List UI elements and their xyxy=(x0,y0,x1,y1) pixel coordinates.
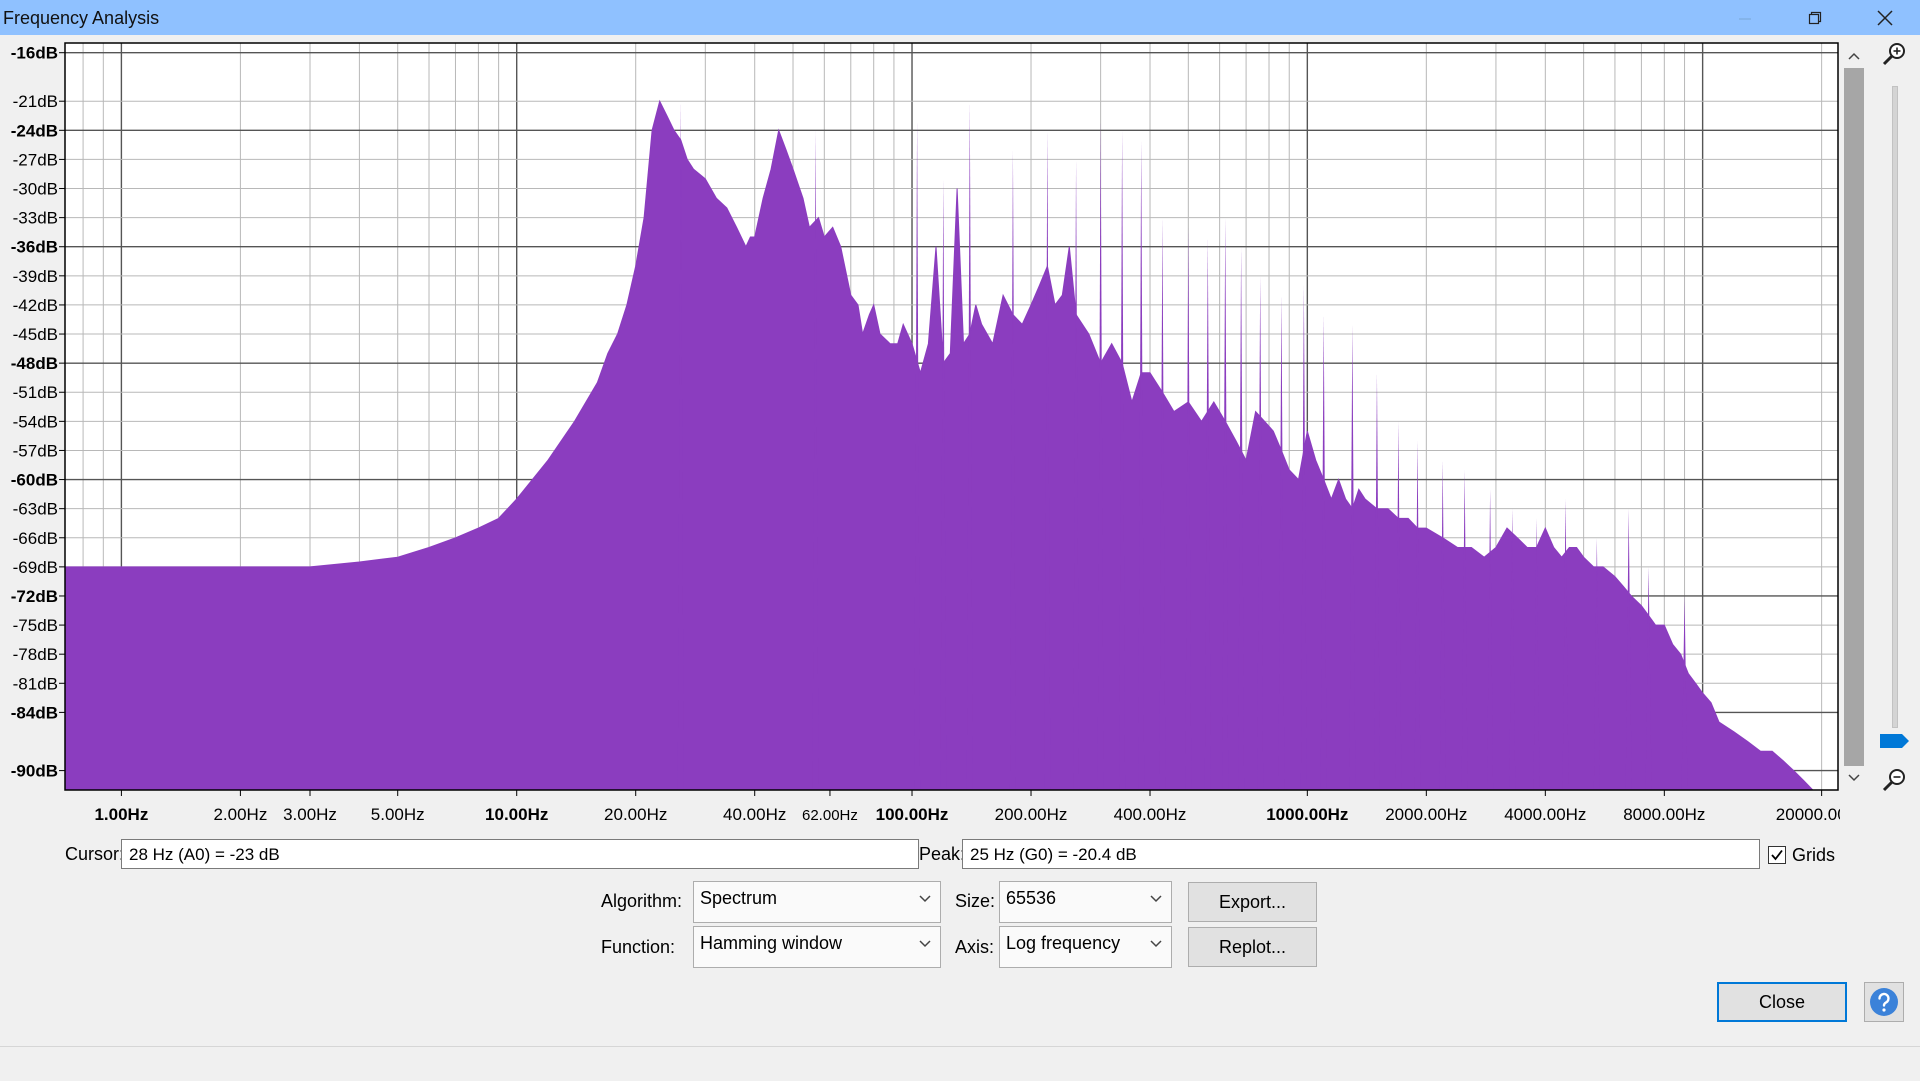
y-tick-label: -24dB xyxy=(11,121,58,140)
help-icon xyxy=(1870,988,1898,1016)
status-bar xyxy=(0,1046,1920,1081)
zoom-in-button[interactable] xyxy=(1878,38,1910,70)
y-tick-label: -30dB xyxy=(13,180,58,199)
zoom-slider-handle[interactable] xyxy=(1878,733,1910,749)
y-tick-label: -84dB xyxy=(11,703,58,722)
y-tick-label: -69dB xyxy=(13,558,58,577)
chevron-down-icon xyxy=(919,940,931,948)
function-value: Hamming window xyxy=(700,933,843,953)
y-tick-label: -42dB xyxy=(13,296,58,315)
chevron-down-icon xyxy=(1150,895,1162,903)
chevron-up-icon xyxy=(1848,52,1860,60)
size-label: Size: xyxy=(955,891,996,911)
y-tick-label: -51dB xyxy=(13,383,58,402)
zoom-out-icon xyxy=(1882,769,1905,792)
x-tick-label: 400.00Hz xyxy=(1114,805,1187,824)
grids-checkbox[interactable] xyxy=(1768,846,1786,864)
close-icon xyxy=(1877,9,1893,26)
vertical-scrollbar[interactable] xyxy=(1840,44,1868,790)
scroll-thumb[interactable] xyxy=(1844,68,1864,766)
y-tick-label: -48dB xyxy=(11,354,58,373)
x-tick-label: 5.00Hz xyxy=(371,805,425,824)
scroll-up-button[interactable] xyxy=(1840,44,1868,68)
title-bar: Frequency Analysis xyxy=(0,0,1920,35)
size-value: 65536 xyxy=(1006,888,1057,908)
y-tick-label: -90dB xyxy=(11,762,58,781)
y-tick-label: -21dB xyxy=(13,92,58,111)
close-window-button[interactable] xyxy=(1850,0,1920,35)
y-tick-label: -81dB xyxy=(13,674,58,693)
cursor-label: Cursor: xyxy=(65,844,125,864)
x-tick-label: 1.00Hz xyxy=(94,805,148,824)
axis-select[interactable]: Log frequency xyxy=(999,926,1172,968)
y-tick-label: -39dB xyxy=(13,267,58,286)
x-tick-label: 200.00Hz xyxy=(995,805,1068,824)
y-tick-label: -60dB xyxy=(11,471,58,490)
x-tick-label: 2000.00Hz xyxy=(1385,805,1467,824)
y-tick-label: -36dB xyxy=(11,238,58,257)
cursor-value-field[interactable]: 28 Hz (A0) = -23 dB xyxy=(121,839,919,869)
y-tick-label: -72dB xyxy=(11,587,58,606)
y-tick-label: -57dB xyxy=(13,441,58,460)
x-tick-label: 20000.00Hz xyxy=(1776,805,1840,824)
close-button[interactable]: Close xyxy=(1717,982,1847,1022)
x-tick-label: 8000.00Hz xyxy=(1623,805,1705,824)
algorithm-label: Algorithm: xyxy=(601,891,683,911)
x-tick-label: 2.00Hz xyxy=(213,805,267,824)
restore-button[interactable] xyxy=(1780,0,1850,35)
x-tick-label: 1000.00Hz xyxy=(1266,805,1348,824)
y-tick-label: -33dB xyxy=(13,209,58,228)
minimize-icon xyxy=(1739,18,1751,19)
zoom-in-icon xyxy=(1882,43,1905,66)
x-tick-label: 62.00Hz xyxy=(802,807,858,824)
checkmark-icon xyxy=(1771,849,1783,861)
x-tick-label: 40.00Hz xyxy=(723,805,786,824)
x-tick-label: 4000.00Hz xyxy=(1504,805,1586,824)
algorithm-select[interactable]: Spectrum xyxy=(693,881,941,923)
peak-label: Peak: xyxy=(919,844,966,864)
spectrum-plot[interactable]: -16dB -21dB -24dB -27dB -30dB -33dB -36dB -39dB… xyxy=(0,35,1840,835)
axis-value: Log frequency xyxy=(1006,933,1121,953)
window-title: Frequency Analysis xyxy=(3,8,160,28)
peak-value-field[interactable]: 25 Hz (G0) = -20.4 dB xyxy=(962,839,1760,869)
chevron-down-icon xyxy=(919,895,931,903)
x-tick-label: 3.00Hz xyxy=(283,805,337,824)
y-tick-label: -78dB xyxy=(13,645,58,664)
size-select[interactable]: 65536 xyxy=(999,881,1172,923)
function-select[interactable]: Hamming window xyxy=(693,926,941,968)
replot-button[interactable]: Replot... xyxy=(1188,927,1317,967)
function-label: Function: xyxy=(601,937,676,957)
algorithm-value: Spectrum xyxy=(700,888,778,908)
zoom-slider-track[interactable] xyxy=(1892,86,1898,728)
grids-label: Grids xyxy=(1792,845,1836,865)
help-button[interactable] xyxy=(1864,982,1904,1022)
axis-label: Axis: xyxy=(955,937,995,957)
y-tick-label: -16dB xyxy=(11,44,58,63)
chevron-down-icon xyxy=(1150,940,1162,948)
minimize-button[interactable] xyxy=(1710,0,1780,35)
slider-handle-icon xyxy=(1880,734,1909,748)
x-tick-label: 10.00Hz xyxy=(485,805,548,824)
y-tick-label: -54dB xyxy=(13,412,58,431)
y-tick-label: -63dB xyxy=(13,500,58,519)
x-tick-label: 100.00Hz xyxy=(876,805,949,824)
y-tick-label: -27dB xyxy=(13,150,58,169)
restore-icon xyxy=(1808,11,1822,24)
y-tick-label: -45dB xyxy=(13,325,58,344)
chevron-down-icon xyxy=(1848,774,1860,782)
y-tick-label: -66dB xyxy=(13,529,58,548)
x-tick-label: 20.00Hz xyxy=(604,805,667,824)
scroll-down-button[interactable] xyxy=(1840,766,1868,790)
zoom-out-button[interactable] xyxy=(1878,764,1910,796)
export-button[interactable]: Export... xyxy=(1188,882,1317,922)
y-tick-label: -75dB xyxy=(13,616,58,635)
